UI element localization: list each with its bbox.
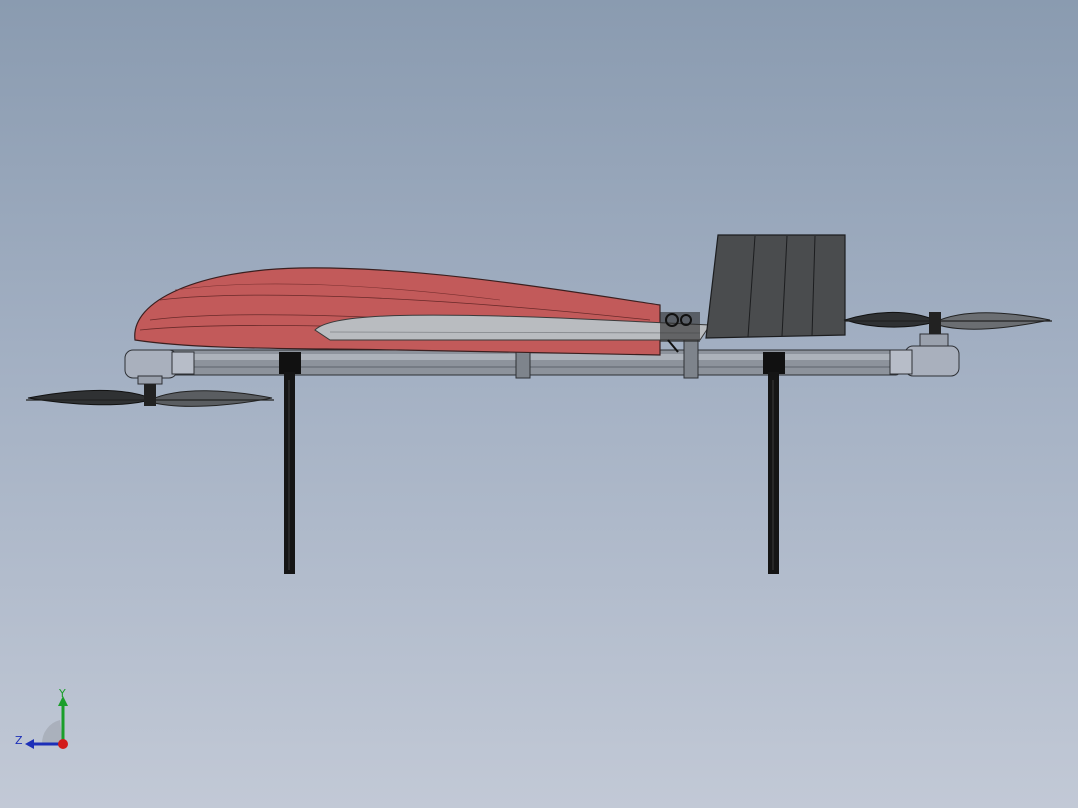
orientation-triad: Y Z <box>15 687 68 749</box>
vertical-fin <box>705 234 846 339</box>
vtol-drone-model[interactable] <box>0 0 1078 808</box>
right-motor-pod <box>889 333 960 377</box>
left-propeller <box>26 384 274 407</box>
x-axis-dot <box>58 739 68 749</box>
y-axis-label: Y <box>58 687 66 700</box>
z-axis-arrow <box>25 739 34 749</box>
left-motor-pod <box>124 349 195 385</box>
cad-viewport[interactable]: Y Z <box>0 0 1078 808</box>
right-propeller <box>843 312 1052 334</box>
z-axis-label: Z <box>15 734 23 747</box>
flying-wing-body <box>134 267 711 356</box>
landing-struts <box>284 372 779 574</box>
